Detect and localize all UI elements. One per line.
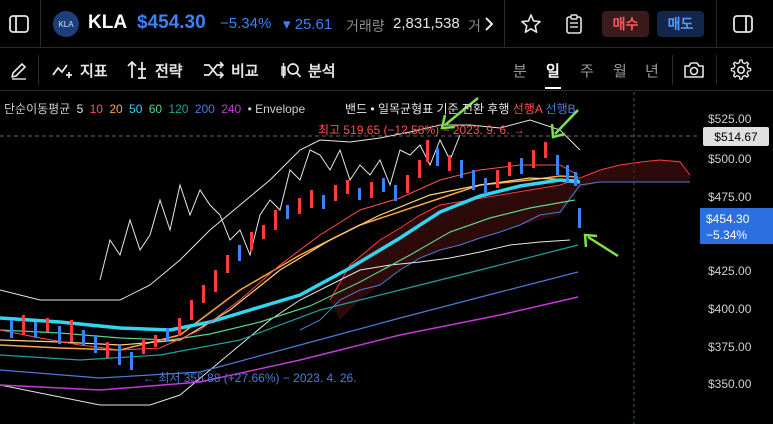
low-annotation: ← 최저 355.88 (+27.66%) − 2023. 4. 26.: [143, 371, 357, 385]
price-chart[interactable]: [0, 92, 773, 424]
camera-icon[interactable]: [679, 55, 709, 85]
ichimoku-legend[interactable]: 밴드 • 일목균형표 기준 전환 후행 선행A 선행B: [345, 100, 576, 117]
span-b-label: 선행B: [545, 102, 576, 116]
timeframe-year[interactable]: 년: [645, 60, 659, 81]
clipboard-icon[interactable]: [559, 9, 589, 39]
band-label: 밴드 • 일목균형표 기준 전환 후행: [345, 102, 510, 116]
ma-period-120: 120: [168, 102, 189, 116]
analysis-label: 분석: [308, 62, 336, 80]
strategy-icon: [127, 60, 149, 80]
ticker-symbol[interactable]: KLA: [88, 12, 127, 34]
sell-button[interactable]: 매도: [657, 11, 704, 37]
price-tick: $350.00: [708, 377, 752, 391]
price-tick: $375.00: [708, 340, 752, 354]
high-annotation: 최고 519.65 (−12.58%) − 2023. 9. 6. →: [318, 123, 525, 137]
high-price-tag: $514.67: [703, 127, 769, 146]
change-absolute: ▾ 25.61: [283, 16, 333, 33]
chevron-right-icon[interactable]: [477, 9, 501, 39]
strategy-button[interactable]: 전략: [127, 59, 183, 81]
analysis-icon: [280, 60, 302, 80]
volume-label: 거래량: [346, 18, 385, 34]
ma-period-60: 60: [148, 102, 163, 116]
span-a-label: 선행A: [512, 102, 543, 116]
current-price-value: $454.30: [706, 212, 750, 226]
price-tick: $425.00: [708, 264, 752, 278]
timeframe-month[interactable]: 월: [613, 60, 627, 81]
last-price: $454.30: [137, 12, 206, 33]
indicator-button[interactable]: 지표: [52, 59, 108, 81]
ma-period-240: 240: [221, 102, 242, 116]
price-tick: $475.00: [708, 190, 752, 204]
ma-period-200: 200: [194, 102, 215, 116]
timeframe-day[interactable]: 일: [546, 60, 560, 81]
volume-value: 2,831,538: [393, 15, 460, 32]
strategy-label: 전략: [155, 62, 183, 80]
price-tick: $525.00: [708, 112, 752, 126]
ma-period-20: 20: [109, 102, 123, 116]
envelope-label: • Envelope: [247, 102, 306, 116]
active-timeframe-indicator: [545, 87, 561, 89]
sidebar-toggle-icon[interactable]: [4, 9, 34, 39]
current-price-tag: $454.30 −5.34%: [700, 208, 773, 244]
compare-icon: [203, 61, 225, 79]
indicator-icon: [52, 61, 74, 79]
gear-icon[interactable]: [726, 55, 756, 85]
chart-toolbar: 지표 전략 비교 분석 분 일 주 월 년: [0, 49, 773, 91]
compare-button[interactable]: 비교: [203, 59, 259, 81]
timeframe-week[interactable]: 주: [580, 60, 594, 81]
compare-label: 비교: [231, 62, 259, 80]
ma-period-5: 5: [76, 102, 84, 116]
panel-icon[interactable]: [728, 9, 758, 39]
ma-title: 단순이동평균: [4, 102, 71, 116]
company-logo: KLA: [53, 11, 79, 37]
change-percent: −5.34%: [220, 15, 272, 32]
analysis-button[interactable]: 분석: [280, 59, 336, 81]
ma-period-50: 50: [129, 102, 143, 116]
price-tick: $500.00: [708, 152, 752, 166]
top-bar: KLA KLA $454.30 −5.34% ▾ 25.61 거래량 2,831…: [0, 0, 773, 48]
indicator-legend[interactable]: 단순이동평균 5 10 20 50 60 120 200 240 • Envel…: [4, 100, 308, 117]
star-icon[interactable]: [516, 9, 546, 39]
ma-period-10: 10: [89, 102, 103, 116]
buy-button[interactable]: 매수: [602, 11, 649, 37]
timeframe-minute[interactable]: 분: [513, 60, 527, 81]
pencil-icon[interactable]: [4, 55, 34, 85]
candlesticks: [10, 140, 581, 370]
price-tick: $400.00: [708, 302, 752, 316]
indicator-label: 지표: [80, 62, 108, 80]
current-change-value: −5.34%: [706, 228, 748, 242]
